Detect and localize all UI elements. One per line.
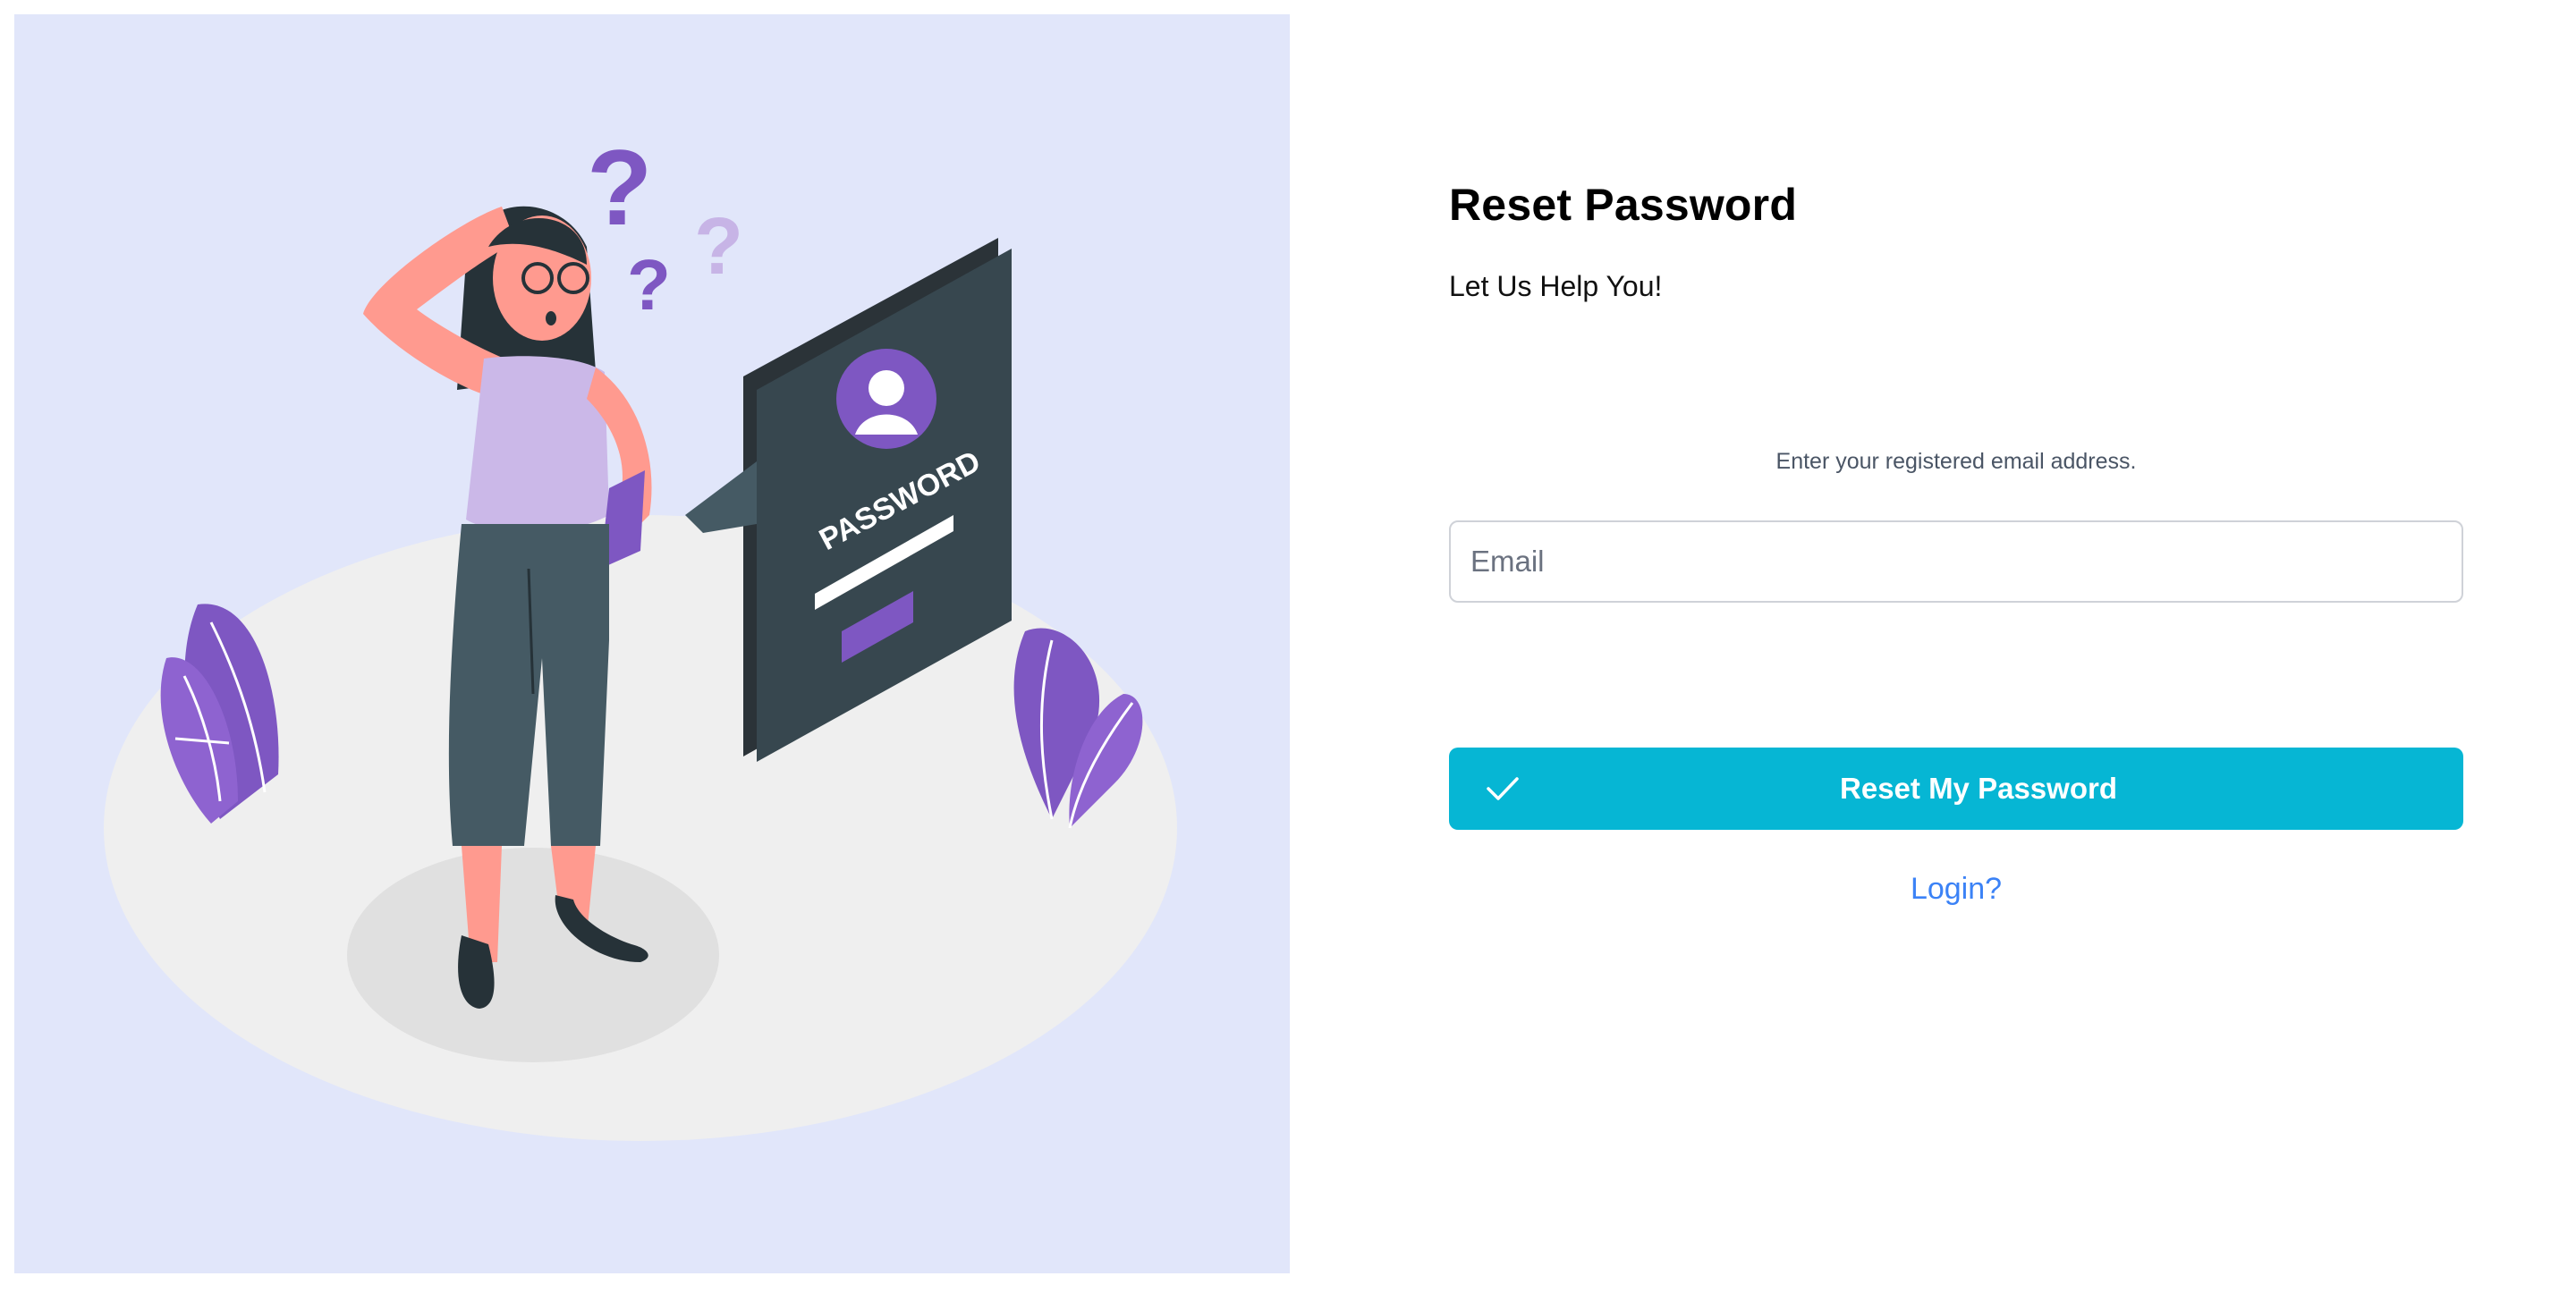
confused-person-password-illustration: PASSWORD ? ? ? [104,128,1177,1141]
reset-password-form: Reset Password Let Us Help You! Enter yo… [1449,0,2463,1293]
login-link[interactable]: Login? [1449,872,2463,907]
check-icon [1487,777,1519,800]
email-input[interactable] [1449,520,2463,603]
email-instruction: Enter your registered email address. [1775,449,2137,474]
svg-text:?: ? [694,202,743,292]
svg-text:?: ? [587,128,652,248]
svg-text:?: ? [627,245,671,325]
illustration-panel: PASSWORD ? ? ? [14,14,1290,1273]
page-title: Reset Password [1449,180,1798,230]
page-subtitle: Let Us Help You! [1449,270,1663,302]
reset-password-page: PASSWORD ? ? ? Reset Password Let Us Hel… [0,0,2576,1293]
reset-password-button[interactable]: Reset My Password [1449,748,2463,830]
reset-password-button-label: Reset My Password [1840,772,2117,805]
